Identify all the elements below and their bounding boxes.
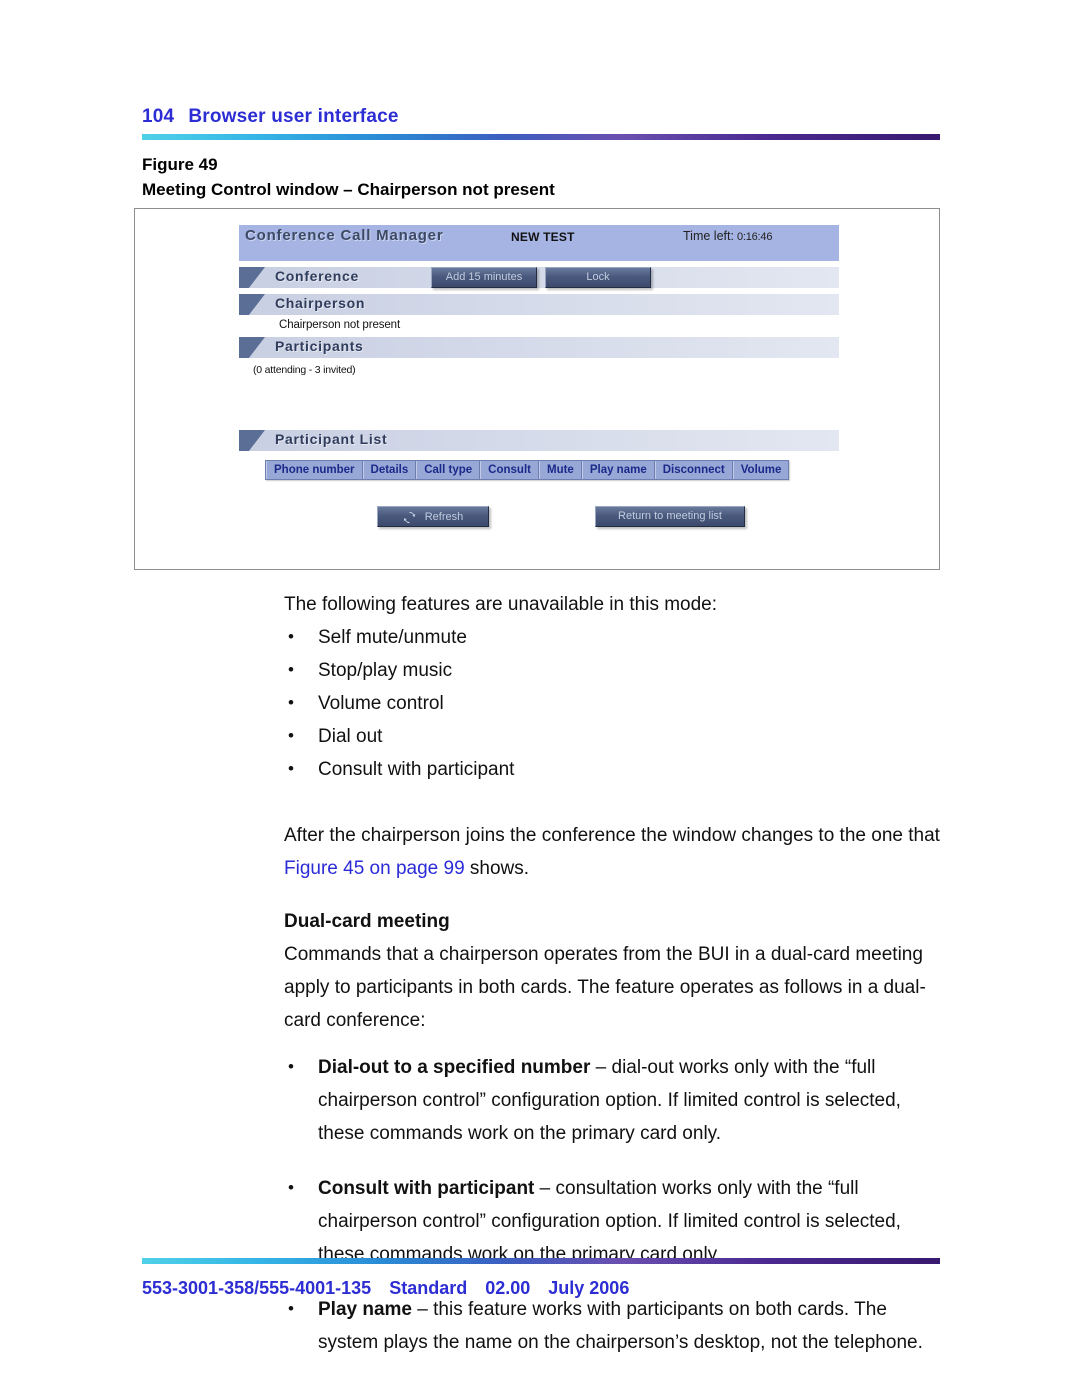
figure-frame: Conference Call Manager NEW TEST Time le… <box>134 208 940 570</box>
section-wedge-icon <box>239 294 265 315</box>
after-join-paragraph: After the chairperson joins the conferen… <box>284 819 944 885</box>
body-content: The following features are unavailable i… <box>284 588 944 1359</box>
refresh-icon <box>403 511 415 524</box>
list-item: Volume control <box>284 686 944 720</box>
list-item: Play name – this feature works with part… <box>284 1292 944 1359</box>
unavailable-features-list: Self mute/unmute Stop/play music Volume … <box>284 620 944 786</box>
list-item-term: Consult with participant <box>318 1178 535 1199</box>
figure-title: Meeting Control window – Chairperson not… <box>142 180 555 199</box>
footer-status: Standard <box>389 1278 468 1298</box>
figure-label: Figure 49 <box>142 155 218 174</box>
dual-card-feature-list: Dial-out to a specified number – dial-ou… <box>284 1050 944 1359</box>
column-header-details[interactable]: Details <box>362 461 417 479</box>
column-header-call-type[interactable]: Call type <box>416 461 481 479</box>
time-left-label: Time left: <box>683 229 734 243</box>
footer-gradient-rule <box>142 1258 940 1264</box>
dual-card-intro-paragraph: Commands that a chairperson operates fro… <box>284 944 926 1031</box>
footer-text: 553-3001-358/555-4001-135 Standard 02.00 Ju… <box>142 1278 940 1299</box>
list-item: Self mute/unmute <box>284 620 944 654</box>
list-item: Consult with participant – consultation … <box>284 1171 944 1271</box>
column-header-phone-number[interactable]: Phone number <box>266 461 363 479</box>
list-item: Consult with participant <box>284 752 944 786</box>
chairperson-status-text: Chairperson not present <box>279 319 401 331</box>
after-join-text-before: After the chairperson joins the conferen… <box>284 825 940 846</box>
refresh-button-label: Refresh <box>424 511 464 523</box>
page-number: 104 <box>142 106 175 127</box>
participant-list-table-header: Phone number Details Call type Consult M… <box>265 460 790 480</box>
participant-count-text: (0 attending - 3 invited) <box>253 364 356 376</box>
time-left-value: 0:16:46 <box>736 231 773 243</box>
return-to-meeting-list-button[interactable]: Return to meeting list <box>595 506 745 527</box>
figure-caption: Figure 49 Meeting Control window – Chair… <box>142 152 942 202</box>
column-header-volume[interactable]: Volume <box>732 461 789 479</box>
column-header-mute[interactable]: Mute <box>538 461 582 479</box>
add-15-minutes-button[interactable]: Add 15 minutes <box>431 267 537 288</box>
section-label-chairperson: Chairperson <box>275 295 366 311</box>
page-footer: 553-3001-358/555-4001-135 Standard 02.00 Ju… <box>142 1258 940 1299</box>
section-bar-conference: Conference Add 15 minutes Lock <box>239 267 839 288</box>
after-join-text-after: shows. <box>464 858 530 879</box>
list-item: Dial-out to a specified number – dial-ou… <box>284 1050 944 1150</box>
participants-empty-area <box>239 376 839 424</box>
footer-version: 02.00 <box>485 1278 531 1298</box>
footer-doc-number: 553-3001-358/555-4001-135 <box>142 1278 372 1298</box>
section-wedge-icon <box>239 430 265 451</box>
running-head-title: Browser user interface <box>188 106 399 127</box>
meeting-name: NEW TEST <box>511 230 575 244</box>
conference-call-manager-window: Conference Call Manager NEW TEST Time le… <box>239 225 839 534</box>
list-item-term: Play name <box>318 1299 412 1320</box>
page-running-head: 104 Browser user interface <box>142 106 940 140</box>
time-left: Time left: 0:16:46 <box>683 229 772 243</box>
column-header-play-name[interactable]: Play name <box>581 461 655 479</box>
section-label-conference: Conference <box>275 268 360 284</box>
intro-paragraph: The following features are unavailable i… <box>284 594 718 615</box>
list-item: Stop/play music <box>284 653 944 687</box>
list-item: Dial out <box>284 719 944 753</box>
section-bar-participants: Participants <box>239 337 839 358</box>
figure-cross-reference-link[interactable]: Figure 45 on page 99 <box>284 858 465 879</box>
refresh-button[interactable]: Refresh <box>377 506 489 527</box>
section-label-participants: Participants <box>275 338 364 354</box>
section-bar-participant-list: Participant List <box>239 430 839 451</box>
subheading-dual-card-meeting: Dual-card meeting <box>284 911 450 932</box>
section-label-participant-list: Participant List <box>275 431 388 447</box>
lock-button[interactable]: Lock <box>545 267 651 288</box>
section-bar-chairperson: Chairperson <box>239 294 839 315</box>
section-wedge-icon <box>239 267 265 288</box>
running-head-text: 104 Browser user interface <box>142 106 940 128</box>
header-gradient-rule <box>142 134 940 140</box>
footer-date: July 2006 <box>548 1278 630 1298</box>
section-wedge-icon <box>239 337 265 358</box>
app-name: Conference Call Manager <box>245 227 444 244</box>
app-titlebar: Conference Call Manager NEW TEST Time le… <box>239 225 839 261</box>
action-button-row: Refresh Return to meeting list <box>239 506 839 534</box>
column-header-disconnect[interactable]: Disconnect <box>654 461 733 479</box>
column-header-consult[interactable]: Consult <box>480 461 539 479</box>
list-item-term: Dial-out to a specified number <box>318 1057 591 1078</box>
